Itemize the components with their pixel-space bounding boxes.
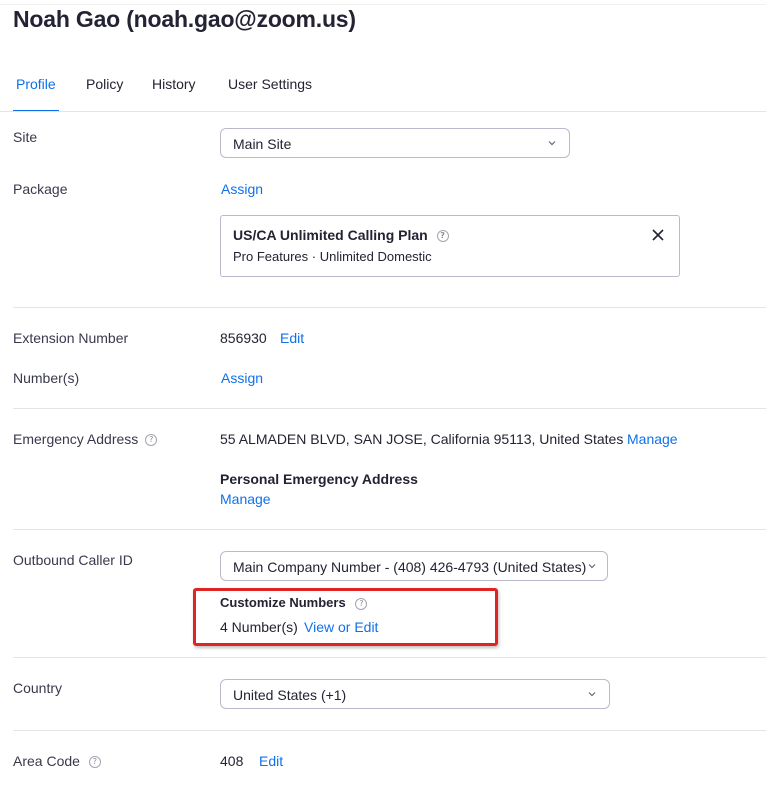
- site-label: Site: [13, 129, 38, 145]
- outbound-caller-id-select[interactable]: Main Company Number - (408) 426-4793 (Un…: [220, 551, 608, 581]
- tab-profile[interactable]: Profile: [16, 76, 56, 92]
- package-label: Package: [13, 181, 68, 197]
- extension-label: Extension Number: [13, 330, 129, 346]
- area-code-edit-link[interactable]: Edit: [259, 753, 283, 769]
- package-plan-features: Pro Features · Unlimited Domestic: [233, 249, 432, 264]
- section-divider: [13, 730, 766, 731]
- tabs-divider: [0, 111, 766, 112]
- question-circle-icon[interactable]: ?: [145, 434, 158, 447]
- tab-history[interactable]: History: [152, 76, 196, 92]
- numbers-label: Number(s): [13, 370, 80, 386]
- emergency-label: Emergency Address ?: [13, 431, 158, 447]
- top-border: [0, 4, 766, 5]
- site-select[interactable]: Main Site: [220, 128, 570, 158]
- section-divider: [13, 307, 766, 308]
- country-select[interactable]: United States (+1): [220, 679, 610, 709]
- area-code-value: 408: [220, 753, 244, 769]
- tab-policy[interactable]: Policy: [86, 76, 123, 92]
- emergency-address: 55 ALMADEN BLVD, SAN JOSE, California 95…: [220, 431, 624, 447]
- country-select-value: United States (+1): [233, 687, 347, 703]
- area-code-label: Area Code ?: [13, 753, 101, 769]
- package-card: US/CA Unlimited Calling Plan ? Pro Featu…: [220, 215, 680, 277]
- question-circle-icon[interactable]: ?: [88, 756, 101, 769]
- section-divider: [13, 529, 766, 530]
- country-label: Country: [13, 680, 63, 696]
- highlight-box: [193, 588, 498, 646]
- extension-edit-link[interactable]: Edit: [280, 330, 304, 346]
- numbers-assign-link[interactable]: Assign: [221, 370, 263, 386]
- question-circle-icon[interactable]: ?: [436, 230, 449, 243]
- section-divider: [13, 657, 766, 658]
- personal-emergency-label: Personal Emergency Address: [220, 471, 418, 487]
- site-select-value: Main Site: [233, 136, 292, 152]
- chevron-down-icon: [588, 692, 596, 697]
- close-icon[interactable]: [651, 228, 665, 242]
- package-assign-link[interactable]: Assign: [221, 181, 263, 197]
- page-title: Noah Gao (noah.gao@zoom.us): [13, 6, 356, 32]
- package-plan-name: US/CA Unlimited Calling Plan ?: [233, 227, 449, 243]
- tab-user-settings[interactable]: User Settings: [228, 76, 312, 92]
- emergency-manage-link[interactable]: Manage: [627, 431, 678, 447]
- extension-value: 856930: [220, 330, 267, 346]
- chevron-down-icon: [588, 564, 596, 569]
- section-divider: [13, 408, 766, 409]
- outbound-select-value: Main Company Number - (408) 426-4793 (Un…: [233, 559, 587, 575]
- chevron-down-icon: [548, 141, 556, 146]
- tab-bar: Profile Policy History User Settings: [0, 72, 766, 112]
- outbound-label: Outbound Caller ID: [13, 552, 133, 568]
- personal-emergency-manage-link[interactable]: Manage: [220, 491, 271, 507]
